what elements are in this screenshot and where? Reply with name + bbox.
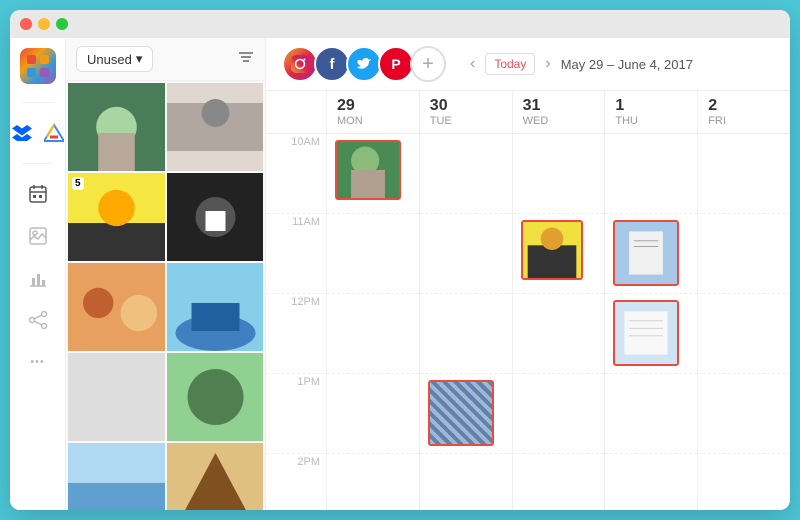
time-12pm: 12PM: [266, 294, 326, 374]
prev-week-button[interactable]: ‹: [466, 53, 479, 75]
calendar-header: f P + ‹ Today › May 29 – June 4, 2017: [266, 38, 790, 91]
day-column-thu: [604, 134, 697, 510]
app-logo: [20, 48, 56, 84]
media-thumb[interactable]: [68, 443, 165, 510]
instagram-avatar[interactable]: [282, 46, 318, 82]
day-header-thu: 1 THU: [604, 91, 697, 133]
day-column-wed: [512, 134, 605, 510]
media-sidebar: Unused ▾: [66, 38, 266, 510]
today-button[interactable]: Today: [485, 53, 535, 75]
calendar-area: f P + ‹ Today › May 29 – June 4, 2017: [266, 38, 790, 510]
minimize-button[interactable]: [38, 18, 50, 30]
unused-dropdown[interactable]: Unused ▾: [76, 46, 153, 72]
calendar-event[interactable]: [335, 140, 401, 200]
calendar-event[interactable]: [521, 220, 583, 280]
day-cell[interactable]: [605, 294, 697, 374]
day-header-mon: 29 MON: [326, 91, 419, 133]
calendar-nav-icon[interactable]: [26, 182, 50, 206]
next-week-button[interactable]: ›: [541, 53, 554, 75]
day-header-fri: 2 FRI: [697, 91, 790, 133]
thumb-badge: 5: [72, 177, 84, 190]
day-cell[interactable]: [698, 214, 790, 294]
calendar-body: 10AM 11AM 12PM 1PM 2PM 3PM: [266, 134, 790, 510]
title-bar: [10, 10, 790, 38]
media-thumb[interactable]: [68, 83, 165, 171]
day-cell[interactable]: [420, 134, 512, 214]
day-cell[interactable]: [698, 374, 790, 454]
media-thumb[interactable]: 5: [68, 173, 165, 261]
media-thumb[interactable]: [68, 353, 165, 441]
day-cell[interactable]: [327, 214, 419, 294]
day-cell[interactable]: [420, 454, 512, 510]
day-cell[interactable]: [698, 134, 790, 214]
day-cell[interactable]: [605, 374, 697, 454]
day-cell[interactable]: [698, 294, 790, 374]
nav-controls: ‹ Today › May 29 – June 4, 2017: [466, 53, 693, 75]
app-window: ••• Unused ▾: [10, 10, 790, 510]
sidebar-divider: [23, 102, 53, 103]
time-2pm: 2PM: [266, 454, 326, 510]
day-cell[interactable]: [605, 214, 697, 294]
calendar-event[interactable]: [613, 300, 679, 366]
day-cell[interactable]: [420, 374, 512, 454]
facebook-avatar[interactable]: f: [314, 46, 350, 82]
calendar-event[interactable]: [613, 220, 679, 286]
pinterest-avatar[interactable]: P: [378, 46, 414, 82]
more-nav-icon[interactable]: •••: [26, 350, 50, 374]
chart-nav-icon[interactable]: [26, 266, 50, 290]
media-thumb[interactable]: [167, 83, 264, 171]
media-thumb[interactable]: [68, 263, 165, 351]
calendar-event[interactable]: [428, 380, 494, 446]
social-avatars: f P +: [282, 46, 446, 82]
calendar-columns-header: 29 MON 30 TUE 31 WED 1 THU: [266, 91, 790, 134]
calendar-grid: 29 MON 30 TUE 31 WED 1 THU: [266, 91, 790, 510]
dropdown-arrow-icon: ▾: [136, 51, 143, 67]
icon-sidebar: •••: [10, 38, 66, 510]
maximize-button[interactable]: [56, 18, 68, 30]
time-slots: 10AM 11AM 12PM 1PM 2PM 3PM: [266, 134, 326, 510]
day-cell[interactable]: [327, 294, 419, 374]
day-cell[interactable]: [420, 294, 512, 374]
day-header-wed: 31 WED: [512, 91, 605, 133]
sidebar-divider-2: [23, 163, 53, 164]
add-account-button[interactable]: +: [410, 46, 446, 82]
drive-icon[interactable]: [42, 121, 66, 145]
main-content: ••• Unused ▾: [10, 38, 790, 510]
dropbox-icon[interactable]: [10, 121, 34, 145]
image-nav-icon[interactable]: [26, 224, 50, 248]
day-cell[interactable]: [605, 454, 697, 510]
day-column-tue: [419, 134, 512, 510]
day-cell[interactable]: [513, 374, 605, 454]
day-cell[interactable]: [605, 134, 697, 214]
filter-button[interactable]: [237, 48, 255, 71]
media-thumb[interactable]: [167, 173, 264, 261]
date-range: May 29 – June 4, 2017: [561, 57, 693, 72]
dropdown-label: Unused: [87, 52, 132, 67]
media-grid: 5: [66, 81, 265, 510]
time-11am: 11AM: [266, 214, 326, 294]
time-10am: 10AM: [266, 134, 326, 214]
day-cell[interactable]: [513, 454, 605, 510]
media-thumb[interactable]: [167, 353, 264, 441]
day-header-tue: 30 TUE: [419, 91, 512, 133]
time-header: [266, 91, 326, 133]
close-button[interactable]: [20, 18, 32, 30]
day-cell[interactable]: [327, 374, 419, 454]
day-cell[interactable]: [327, 454, 419, 510]
connect-nav-icon[interactable]: [26, 308, 50, 332]
time-1pm: 1PM: [266, 374, 326, 454]
day-cell[interactable]: [513, 294, 605, 374]
media-toolbar: Unused ▾: [66, 38, 265, 81]
day-column-fri: [697, 134, 790, 510]
day-cell[interactable]: [513, 134, 605, 214]
day-cell[interactable]: [513, 214, 605, 294]
day-cell[interactable]: [420, 214, 512, 294]
day-column-mon: [326, 134, 419, 510]
twitter-avatar[interactable]: [346, 46, 382, 82]
day-cell[interactable]: [327, 134, 419, 214]
day-cell[interactable]: [698, 454, 790, 510]
media-thumb[interactable]: [167, 443, 264, 510]
media-thumb[interactable]: [167, 263, 264, 351]
